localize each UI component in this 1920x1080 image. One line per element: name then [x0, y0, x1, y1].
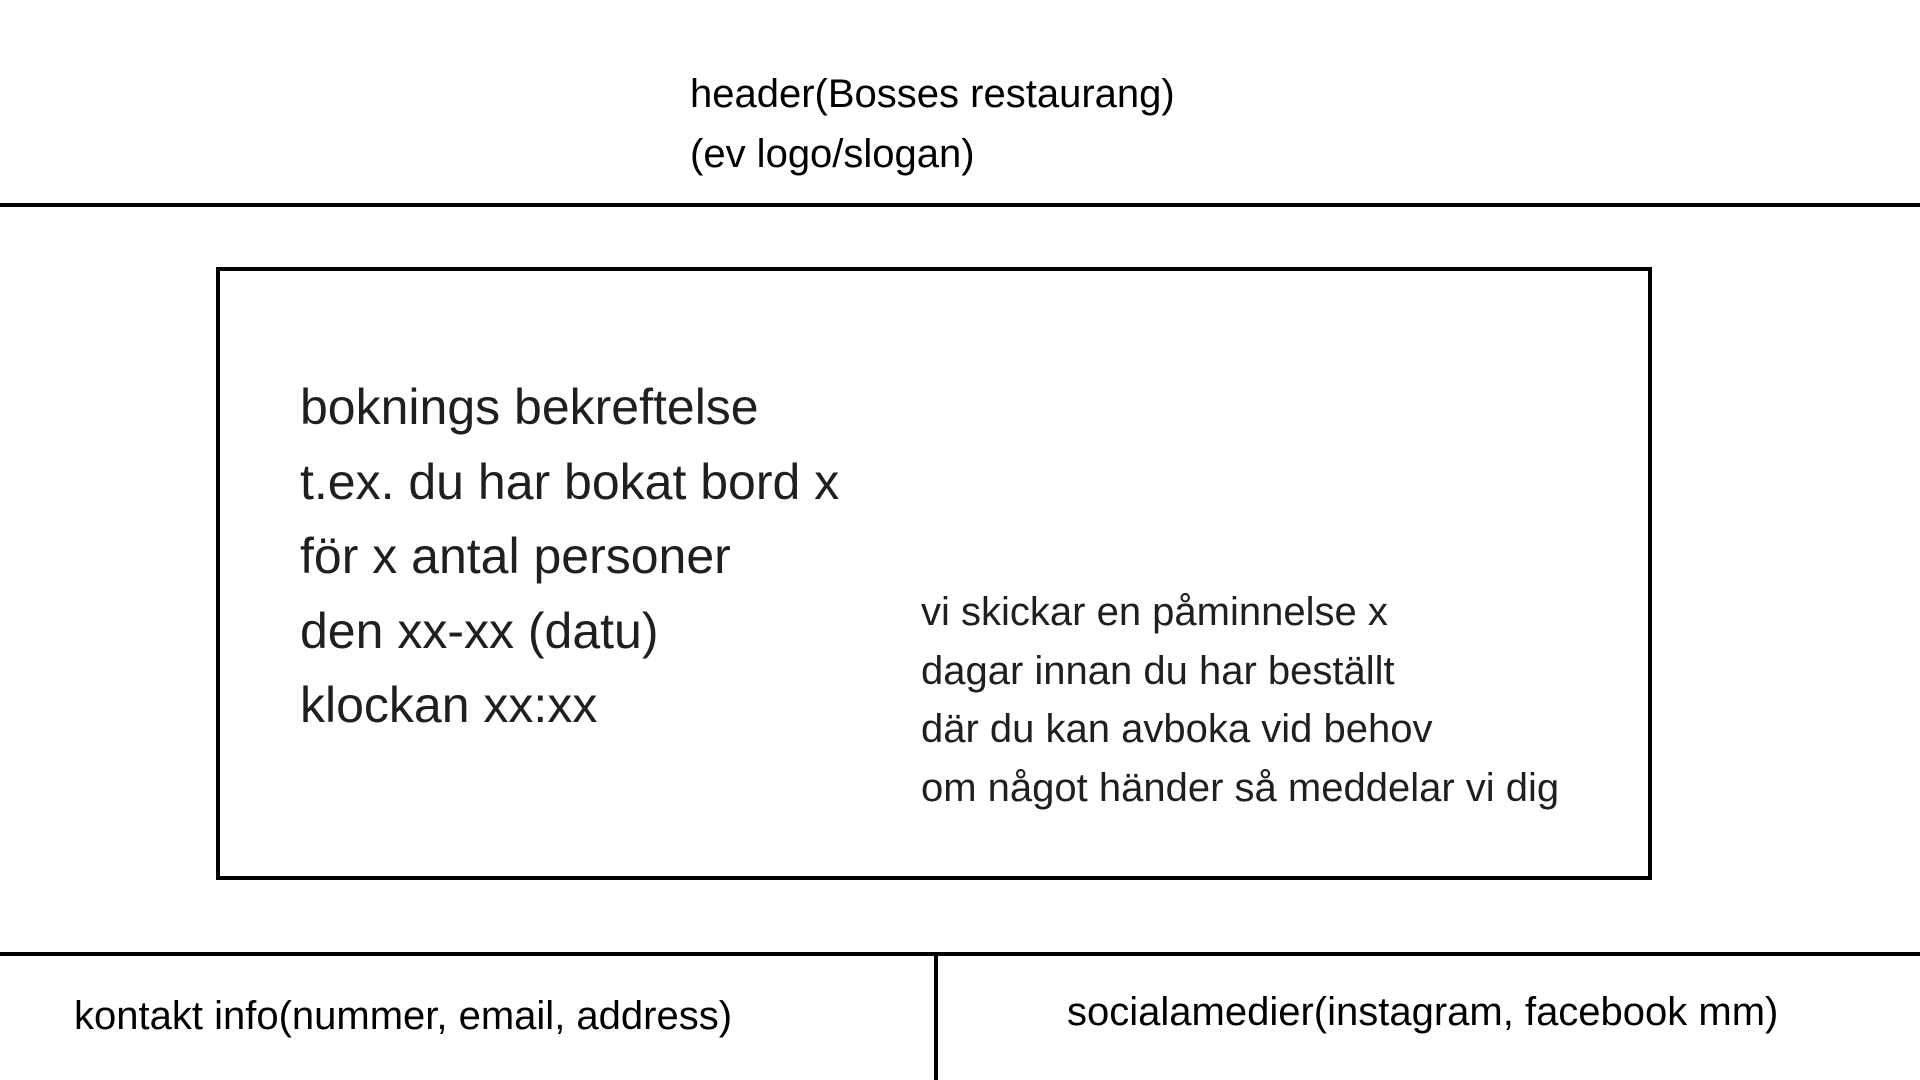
footer-column-divider: [934, 952, 938, 1080]
booking-details: boknings bekreftelse t.ex. du har bokat …: [300, 370, 839, 743]
footer-divider: [0, 952, 1920, 956]
header-title: header(Bosses restaurang): [690, 72, 1175, 116]
header-subtitle: (ev logo/slogan): [690, 132, 975, 176]
reminder-line: där du kan avboka vid behov: [921, 707, 1433, 751]
booking-details-line: den xx-xx (datu): [300, 602, 659, 659]
reminder-line: om något händer så meddelar vi dig: [921, 765, 1560, 810]
booking-details-line: klockan xx:xx: [300, 677, 598, 733]
booking-details-line: boknings bekreftelse: [300, 379, 759, 435]
reminder-line: vi skickar en påminnelse x: [921, 590, 1388, 634]
reminder-line: dagar innan du har beställt: [921, 648, 1395, 693]
footer-social-media: socialamedier(instagram, facebook mm): [1067, 990, 1779, 1034]
footer-contact-info: kontakt info(nummer, email, address): [74, 994, 733, 1038]
reminder-note: vi skickar en påminnelse x dagar innan d…: [921, 583, 1559, 817]
header: header(Bosses restaurang) (ev logo/sloga…: [690, 64, 1175, 184]
booking-details-line: t.ex. du har bokat bord x: [300, 453, 840, 510]
header-divider: [0, 203, 1920, 207]
booking-details-line: för x antal personer: [300, 528, 731, 584]
